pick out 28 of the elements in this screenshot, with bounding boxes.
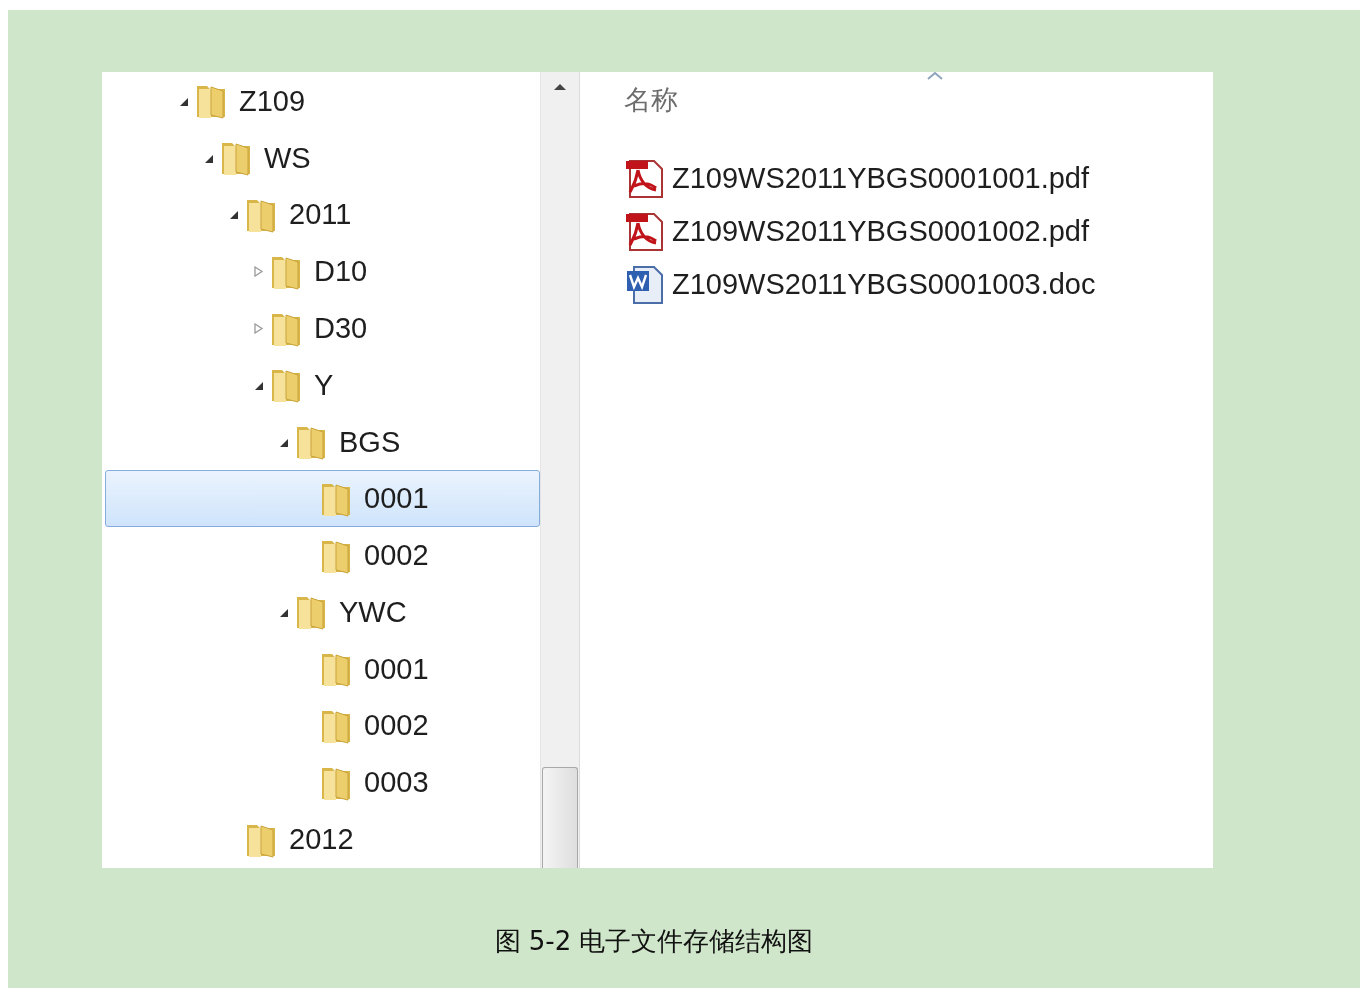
tree-item[interactable]: BGS [105, 413, 540, 471]
tree-item[interactable]: Z109 [105, 73, 540, 130]
file-name[interactable]: Z109WS2011YBGS0001001.pdf [672, 162, 1090, 195]
pdf-file-icon [624, 157, 666, 200]
scroll-up-arrow-icon[interactable] [553, 82, 567, 91]
tree-item[interactable]: YWC [105, 584, 540, 641]
scrollbar-thumb[interactable] [542, 767, 578, 868]
tree-item[interactable]: 0003 [105, 754, 540, 812]
expand-arrow-icon[interactable] [253, 323, 264, 334]
file-name[interactable]: Z109WS2011YBGS0001002.pdf [672, 215, 1090, 248]
tree-item[interactable]: D10 [105, 243, 540, 301]
scrollbar[interactable] [540, 72, 580, 868]
name-column-header[interactable]: 名称 [624, 82, 684, 118]
tree-item[interactable]: WS [105, 129, 540, 187]
word-file-icon [624, 263, 666, 306]
pdf-file-icon [624, 210, 666, 253]
tree-item[interactable]: 2012 [105, 811, 540, 868]
figure-caption: 图 5-2 电子文件存储结构图 [494, 925, 814, 958]
tree-item[interactable]: 2011 [105, 186, 540, 244]
tree-item[interactable]: 0001 [105, 640, 540, 698]
tree-item[interactable]: 0001 [105, 470, 540, 528]
expand-arrow-icon[interactable] [253, 266, 264, 278]
collapse-arrow-icon[interactable] [228, 209, 239, 221]
file-name[interactable]: Z109WS2011YBGS0001003.doc [672, 268, 1096, 301]
tree-item[interactable]: Y [105, 356, 540, 414]
tree-item[interactable]: 0002 [105, 527, 540, 585]
tree-item[interactable]: D30 [105, 300, 540, 357]
tree-item[interactable]: 0002 [105, 697, 540, 755]
